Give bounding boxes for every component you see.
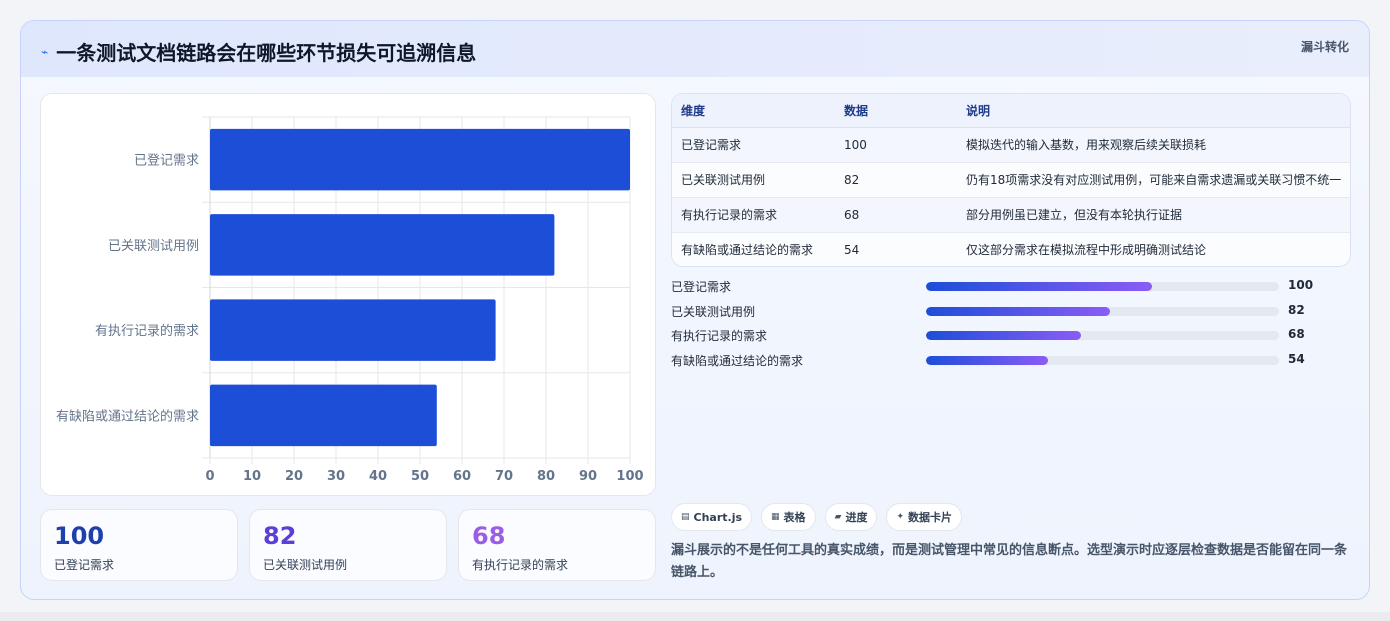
progress-value: 68 bbox=[1288, 327, 1305, 341]
table-cell: 有缺陷或通过结论的需求 bbox=[672, 232, 835, 266]
x-tick-label: 80 bbox=[537, 469, 555, 484]
x-tick-label: 50 bbox=[411, 469, 429, 484]
stat-label: 已关联测试用例 bbox=[263, 558, 348, 572]
col-header-data: 数据 bbox=[835, 94, 957, 128]
chart-line-icon: ⌁ bbox=[41, 44, 49, 59]
x-tick-label: 70 bbox=[495, 469, 513, 484]
chart-icon: ▤ bbox=[681, 512, 690, 522]
x-tick-label: 60 bbox=[453, 469, 471, 484]
table-cell: 有执行记录的需求 bbox=[672, 197, 835, 233]
table-cell: 仍有18项需求没有对应测试用例，可能来自需求遗漏或关联习惯不统一 bbox=[957, 162, 1350, 198]
data-table: 维度 数据 说明 已登记需求 100 模拟迭代的输入基数，用来观察后续关联损耗 … bbox=[671, 93, 1351, 267]
stat-card-executed: 68 有执行记录的需求 bbox=[458, 509, 656, 581]
progress-value: 54 bbox=[1288, 352, 1305, 366]
progress-track bbox=[926, 282, 1279, 291]
y-tick-label: 已登记需求 bbox=[134, 154, 199, 169]
table-cell: 部分用例虽已建立，但没有本轮执行证据 bbox=[957, 197, 1350, 233]
x-tick-label: 100 bbox=[616, 469, 643, 484]
chip-table[interactable]: ▦ 表格 bbox=[761, 503, 816, 531]
sparkle-icon: ✦ bbox=[896, 512, 905, 522]
col-header-description: 说明 bbox=[957, 94, 1350, 128]
table-cell: 已关联测试用例 bbox=[672, 162, 835, 198]
progress-track bbox=[926, 331, 1279, 340]
progress-label: 已关联测试用例 bbox=[671, 305, 756, 319]
table-cell: 仅这部分需求在模拟流程中形成明确测试结论 bbox=[957, 232, 1350, 266]
bar bbox=[210, 384, 437, 447]
page-bottom-strip bbox=[0, 612, 1390, 621]
footnote-text: 漏斗展示的不是任何工具的真实成绩，而是测试管理中常见的信息断点。选型演示时应逐层… bbox=[671, 543, 1348, 580]
progress-fill bbox=[926, 356, 1048, 365]
bar bbox=[210, 299, 496, 361]
y-tick-label: 有缺陷或通过结论的需求 bbox=[56, 408, 199, 424]
x-tick-label: 40 bbox=[369, 469, 387, 484]
y-tick-label: 已关联测试用例 bbox=[108, 239, 199, 254]
card-header: ⌁ 一条测试文档链路会在哪些环节损失可追溯信息 漏斗转化 bbox=[21, 21, 1369, 77]
chip-row: ▤ Chart.js ▦ 表格 ▰ 进度 ✦ 数据卡片 bbox=[671, 503, 971, 531]
progress-label: 有执行记录的需求 bbox=[671, 329, 768, 343]
progress-fill bbox=[926, 331, 1082, 340]
stat-label: 有执行记录的需求 bbox=[472, 558, 569, 572]
table-row: 有执行记录的需求 68 部分用例虽已建立，但没有本轮执行证据 bbox=[672, 197, 1350, 233]
chip-label: 数据卡片 bbox=[908, 511, 953, 524]
table-header-row: 维度 数据 说明 bbox=[672, 94, 1350, 128]
table-cell: 54 bbox=[835, 232, 957, 266]
progress-fill bbox=[926, 282, 1152, 291]
table-cell: 68 bbox=[835, 197, 957, 233]
progress-row: 已登记需求 100 bbox=[671, 278, 1351, 294]
chip-label: Chart.js bbox=[693, 510, 743, 524]
chip-data-card[interactable]: ✦ 数据卡片 bbox=[886, 503, 963, 531]
x-tick-label: 90 bbox=[579, 469, 597, 484]
table-cell: 模拟迭代的输入基数，用来观察后续关联损耗 bbox=[957, 127, 1350, 163]
bar bbox=[210, 214, 555, 276]
progress-fill bbox=[926, 307, 1110, 316]
funnel-card: ⌁ 一条测试文档链路会在哪些环节损失可追溯信息 漏斗转化 0 10 20 30 40 50… bbox=[20, 20, 1370, 600]
stat-label: 已登记需求 bbox=[54, 558, 115, 572]
y-tick-label: 有执行记录的需求 bbox=[95, 323, 199, 339]
table-icon: ▦ bbox=[771, 512, 780, 522]
bar-chart-panel: 0 10 20 30 40 50 60 70 80 90 100 已登记需求已关联测试用例有执行记录的… bbox=[40, 93, 656, 496]
progress-value: 100 bbox=[1288, 278, 1314, 292]
bar bbox=[210, 128, 630, 191]
bar-chart: 0 10 20 30 40 50 60 70 80 90 100 已登记需求已关联测试用例有执行记录的… bbox=[56, 116, 644, 484]
chip-progress[interactable]: ▰ 进度 bbox=[824, 503, 878, 531]
x-tick-label: 10 bbox=[243, 469, 261, 484]
x-tick-label: 20 bbox=[285, 469, 303, 484]
stat-value: 68 bbox=[472, 522, 506, 550]
progress-track bbox=[926, 307, 1279, 316]
table-cell: 100 bbox=[835, 127, 957, 163]
stat-value: 82 bbox=[263, 522, 297, 550]
chip-chartjs[interactable]: ▤ Chart.js bbox=[671, 503, 753, 531]
chart-type-tag: 漏斗转化 bbox=[1300, 40, 1349, 54]
chip-label: 表格 bbox=[783, 511, 806, 524]
stat-card-registered: 100 已登记需求 bbox=[40, 509, 238, 581]
progress-row: 已关联测试用例 82 bbox=[671, 303, 1351, 319]
table-cell: 已登记需求 bbox=[672, 127, 835, 163]
col-header-dimension: 维度 bbox=[672, 94, 835, 128]
progress-label: 已登记需求 bbox=[671, 280, 732, 294]
x-tick-label: 30 bbox=[327, 469, 345, 484]
progress-row: 有缺陷或通过结论的需求 54 bbox=[671, 352, 1351, 368]
progress-value: 82 bbox=[1288, 303, 1305, 317]
progress-track bbox=[926, 356, 1279, 365]
table-row: 有缺陷或通过结论的需求 54 仅这部分需求在模拟流程中形成明确测试结论 bbox=[672, 232, 1350, 266]
table-cell: 82 bbox=[835, 162, 957, 198]
title-row: ⌁ 一条测试文档链路会在哪些环节损失可追溯信息 bbox=[41, 37, 476, 66]
progress-icon: ▰ bbox=[834, 512, 842, 522]
table-row: 已登记需求 100 模拟迭代的输入基数，用来观察后续关联损耗 bbox=[672, 127, 1350, 163]
chip-label: 进度 bbox=[845, 511, 868, 524]
progress-row: 有执行记录的需求 68 bbox=[671, 327, 1351, 343]
stat-card-linked: 82 已关联测试用例 bbox=[249, 509, 447, 581]
page-title: 一条测试文档链路会在哪些环节损失可追溯信息 bbox=[56, 41, 477, 65]
progress-label: 有缺陷或通过结论的需求 bbox=[671, 354, 804, 368]
table-row: 已关联测试用例 82 仍有18项需求没有对应测试用例，可能来自需求遗漏或关联习惯… bbox=[672, 162, 1350, 198]
x-tick-label: 0 bbox=[205, 469, 214, 484]
stat-value: 100 bbox=[54, 522, 105, 550]
